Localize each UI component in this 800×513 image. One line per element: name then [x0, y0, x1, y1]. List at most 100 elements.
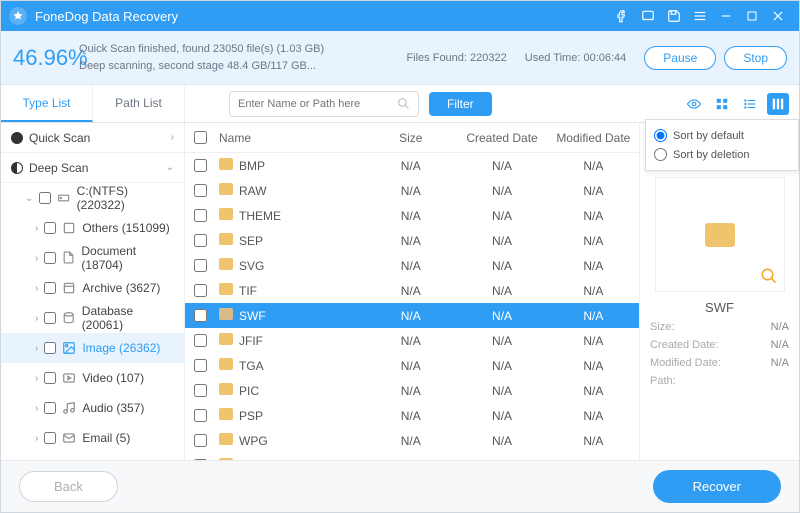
back-button[interactable]: Back — [19, 471, 118, 502]
table-row[interactable]: PIC N/A N/A N/A — [185, 378, 639, 403]
feedback-icon[interactable] — [635, 3, 661, 29]
files-found: Files Found: 220322 — [406, 52, 506, 64]
sidebar-item-6[interactable]: › Audio (357) — [1, 393, 184, 423]
close-icon[interactable] — [765, 3, 791, 29]
item-checkbox[interactable] — [44, 402, 56, 414]
table-row[interactable]: THEME N/A N/A N/A — [185, 203, 639, 228]
table-row[interactable]: JFIF N/A N/A N/A — [185, 328, 639, 353]
filter-button[interactable]: Filter — [429, 92, 492, 116]
sidebar-item-label: Document (18704) — [81, 244, 174, 272]
row-checkbox[interactable] — [194, 259, 207, 272]
table-row[interactable]: SEP N/A N/A N/A — [185, 228, 639, 253]
category-icon — [62, 371, 76, 385]
sidebar-deep-scan[interactable]: Deep Scan ⌄ — [1, 153, 184, 183]
tab-type-list[interactable]: Type List — [1, 86, 93, 122]
row-checkbox[interactable] — [194, 159, 207, 172]
row-modified: N/A — [548, 284, 639, 298]
folder-icon — [219, 208, 233, 220]
sidebar-item-3[interactable]: › Database (20061) — [1, 303, 184, 333]
view-grid-icon[interactable] — [711, 93, 733, 115]
detail-pane: Sort by default Sort by deletion SWF Siz… — [639, 123, 799, 460]
item-checkbox[interactable] — [44, 312, 56, 324]
folder-icon — [219, 283, 233, 295]
category-icon — [62, 251, 75, 265]
item-checkbox[interactable] — [44, 222, 56, 234]
sidebar-quick-scan[interactable]: Quick Scan › — [1, 123, 184, 153]
row-checkbox[interactable] — [194, 359, 207, 372]
folder-icon — [219, 408, 233, 420]
maximize-icon[interactable] — [739, 3, 765, 29]
select-all-checkbox[interactable] — [194, 131, 207, 144]
row-modified: N/A — [548, 184, 639, 198]
half-dot-icon — [11, 162, 23, 174]
row-checkbox[interactable] — [194, 284, 207, 297]
item-checkbox[interactable] — [44, 372, 56, 384]
table-row[interactable]: WMF N/A N/A N/A — [185, 453, 639, 460]
row-checkbox[interactable] — [194, 234, 207, 247]
minimize-icon[interactable] — [713, 3, 739, 29]
zoom-icon[interactable] — [760, 267, 778, 285]
sidebar-item-2[interactable]: › Archive (3627) — [1, 273, 184, 303]
col-name[interactable]: Name — [215, 131, 365, 145]
folder-icon — [219, 233, 233, 245]
menu-icon[interactable] — [687, 3, 713, 29]
table-row[interactable]: SVG N/A N/A N/A — [185, 253, 639, 278]
sort-deletion[interactable]: Sort by deletion — [654, 145, 790, 164]
row-size: N/A — [365, 234, 456, 248]
item-checkbox[interactable] — [44, 252, 56, 264]
row-name: THEME — [239, 209, 281, 223]
row-name: TIF — [239, 284, 257, 298]
row-modified: N/A — [548, 259, 639, 273]
row-checkbox[interactable] — [194, 434, 207, 447]
sidebar-item-4[interactable]: › Image (26362) — [1, 333, 184, 363]
sidebar-drive[interactable]: ⌄ C:(NTFS) (220322) — [1, 183, 184, 213]
row-created: N/A — [456, 359, 547, 373]
search-input[interactable] — [238, 98, 397, 110]
drive-checkbox[interactable] — [39, 192, 51, 204]
tab-path-list[interactable]: Path List — [93, 86, 185, 122]
pause-button[interactable]: Pause — [644, 46, 716, 70]
table-row[interactable]: TGA N/A N/A N/A — [185, 353, 639, 378]
sidebar-item-label: Archive (3627) — [82, 281, 160, 295]
row-checkbox[interactable] — [194, 309, 207, 322]
view-detail-icon[interactable] — [767, 93, 789, 115]
col-size[interactable]: Size — [365, 131, 456, 145]
sort-default[interactable]: Sort by default — [654, 126, 790, 145]
item-checkbox[interactable] — [44, 282, 56, 294]
row-name: SWF — [239, 309, 266, 323]
row-name: RAW — [239, 184, 267, 198]
facebook-icon[interactable] — [609, 3, 635, 29]
table-row[interactable]: BMP N/A N/A N/A — [185, 153, 639, 178]
row-size: N/A — [365, 434, 456, 448]
sidebar-item-1[interactable]: › Document (18704) — [1, 243, 184, 273]
table-row[interactable]: RAW N/A N/A N/A — [185, 178, 639, 203]
stop-button[interactable]: Stop — [724, 46, 787, 70]
row-created: N/A — [456, 384, 547, 398]
footer: Back Recover — [1, 460, 799, 512]
row-checkbox[interactable] — [194, 384, 207, 397]
row-created: N/A — [456, 434, 547, 448]
table-row[interactable]: SWF N/A N/A N/A — [185, 303, 639, 328]
item-checkbox[interactable] — [44, 432, 56, 444]
search-box[interactable] — [229, 91, 419, 117]
col-created[interactable]: Created Date — [456, 131, 547, 145]
row-checkbox[interactable] — [194, 209, 207, 222]
sidebar-item-5[interactable]: › Video (107) — [1, 363, 184, 393]
chevron-right-icon: › — [35, 433, 38, 444]
sidebar-item-7[interactable]: › Email (5) — [1, 423, 184, 453]
row-checkbox[interactable] — [194, 184, 207, 197]
sidebar-item-label: Video (107) — [82, 371, 144, 385]
table-row[interactable]: TIF N/A N/A N/A — [185, 278, 639, 303]
sidebar-item-0[interactable]: › Others (151099) — [1, 213, 184, 243]
item-checkbox[interactable] — [44, 342, 56, 354]
save-icon[interactable] — [661, 3, 687, 29]
recover-button[interactable]: Recover — [653, 470, 781, 503]
row-checkbox[interactable] — [194, 334, 207, 347]
category-icon — [62, 431, 76, 445]
table-row[interactable]: PSP N/A N/A N/A — [185, 403, 639, 428]
preview-toggle-icon[interactable] — [683, 93, 705, 115]
row-checkbox[interactable] — [194, 409, 207, 422]
col-modified[interactable]: Modified Date — [548, 131, 639, 145]
view-list-icon[interactable] — [739, 93, 761, 115]
table-row[interactable]: WPG N/A N/A N/A — [185, 428, 639, 453]
